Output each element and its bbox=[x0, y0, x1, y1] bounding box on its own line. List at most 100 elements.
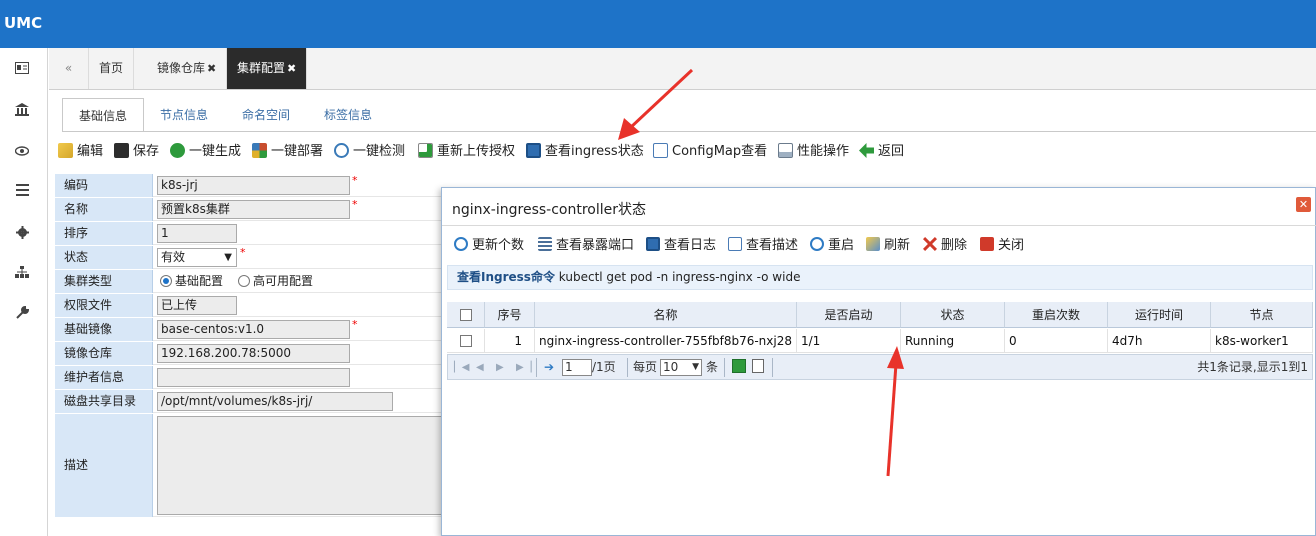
save-label: 保存 bbox=[133, 144, 160, 159]
tab-home[interactable]: 首页 bbox=[89, 48, 135, 89]
view-ports-label: 查看暴露端口 bbox=[556, 238, 635, 253]
subtab-namespace[interactable]: 命名空间 bbox=[226, 98, 306, 132]
monitor-icon bbox=[526, 143, 541, 158]
subtab-tag-info[interactable]: 标签信息 bbox=[308, 98, 388, 132]
status-select[interactable]: 有效 ▼ bbox=[157, 248, 237, 267]
description-textarea[interactable] bbox=[157, 416, 445, 515]
performance-ops-button[interactable]: 性能操作 bbox=[778, 141, 849, 163]
grid-header-started[interactable]: 是否启动 bbox=[797, 302, 901, 328]
view-logs-button[interactable]: 查看日志 bbox=[646, 236, 716, 256]
select-all-checkbox[interactable] bbox=[459, 309, 472, 321]
tab-image-registry[interactable]: 镜像仓库 ✖ bbox=[147, 48, 228, 89]
sitemap-icon[interactable] bbox=[14, 266, 30, 282]
required-mark: * bbox=[240, 246, 246, 259]
id-card-icon[interactable] bbox=[14, 62, 30, 78]
bank-icon[interactable] bbox=[14, 103, 30, 119]
eye-icon[interactable] bbox=[14, 144, 30, 160]
edit-icon bbox=[58, 143, 73, 158]
row-checkbox[interactable] bbox=[459, 335, 472, 347]
subtab-node-info[interactable]: 节点信息 bbox=[144, 98, 224, 132]
export-document-icon[interactable] bbox=[752, 359, 764, 376]
list-icon[interactable] bbox=[14, 184, 30, 200]
cell-name: nginx-ingress-controller-755fbf8b76-nxj2… bbox=[535, 329, 797, 353]
annotation-arrow-icon bbox=[618, 68, 694, 140]
tab-scroll-left-icon[interactable]: « bbox=[49, 48, 89, 89]
grid-header-status[interactable]: 状态 bbox=[901, 302, 1005, 328]
view-ports-button[interactable]: 查看暴露端口 bbox=[538, 236, 634, 256]
field-label: 排序 bbox=[55, 222, 153, 245]
grid-header-name[interactable]: 名称 bbox=[535, 302, 797, 328]
radio-label: 基础配置 bbox=[175, 274, 224, 288]
delete-button[interactable]: 删除 bbox=[923, 236, 967, 256]
form-row-shared-dir: 磁盘共享目录 /opt/mnt/volumes/k8s-jrj/ bbox=[55, 390, 445, 413]
base-image-field[interactable]: base-centos:v1.0 bbox=[157, 320, 350, 339]
close-button[interactable]: 关闭 bbox=[980, 236, 1024, 256]
reupload-license-button[interactable]: 重新上传授权 bbox=[418, 141, 515, 163]
next-page-icon[interactable]: ▶ bbox=[496, 359, 504, 376]
per-page-select[interactable]: 10 ▼ bbox=[660, 359, 702, 376]
one-click-check-button[interactable]: 一键检测 bbox=[334, 141, 405, 163]
restart-button[interactable]: 重启 bbox=[810, 236, 854, 256]
cell-node: k8s-worker1 bbox=[1211, 329, 1313, 353]
name-field[interactable]: 预置k8s集群 bbox=[157, 200, 350, 219]
required-mark: * bbox=[352, 318, 358, 331]
close-icon[interactable]: ✕ bbox=[1296, 197, 1311, 212]
gear-icon[interactable] bbox=[14, 226, 30, 242]
form-row-order: 排序 1 bbox=[55, 222, 445, 245]
edit-button[interactable]: 编辑 bbox=[58, 141, 103, 163]
generate-icon bbox=[170, 143, 185, 158]
first-page-icon[interactable]: ▏◀ bbox=[454, 359, 469, 376]
code-field[interactable]: k8s-jrj bbox=[157, 176, 350, 195]
subtab-basic-info[interactable]: 基础信息 bbox=[62, 98, 145, 132]
grid-header-age[interactable]: 运行时间 bbox=[1108, 302, 1211, 328]
refresh-button[interactable]: 刷新 bbox=[866, 236, 910, 256]
grid-header-index: 序号 bbox=[485, 302, 535, 328]
grid-header-node[interactable]: 节点 bbox=[1211, 302, 1313, 328]
view-describe-button[interactable]: 查看描述 bbox=[728, 236, 798, 256]
form-row-name: 名称 预置k8s集群 * bbox=[55, 198, 445, 221]
cluster-type-radio-ha[interactable]: 高可用配置 bbox=[238, 273, 313, 290]
form-row-description: 描述 bbox=[55, 414, 445, 517]
deploy-label: 一键部署 bbox=[271, 144, 324, 159]
last-page-icon[interactable]: ▶▕ bbox=[516, 359, 531, 376]
goto-page-icon[interactable]: ➔ bbox=[544, 359, 554, 376]
grid-header-restarts[interactable]: 重启次数 bbox=[1005, 302, 1108, 328]
field-label: 状态 bbox=[55, 246, 153, 269]
per-page-value: 10 bbox=[663, 360, 679, 374]
field-label: 基础镜像 bbox=[55, 318, 153, 341]
one-click-generate-button[interactable]: 一键生成 bbox=[170, 141, 241, 163]
tab-close-icon[interactable]: ✖ bbox=[287, 62, 296, 75]
form-row-status: 状态 有效 ▼ * bbox=[55, 246, 445, 269]
log-icon bbox=[646, 237, 660, 251]
export-excel-icon[interactable] bbox=[732, 359, 746, 376]
wrench-icon[interactable] bbox=[14, 305, 30, 322]
form-row-license: 权限文件 已上传 bbox=[55, 294, 445, 317]
total-pages: /1页 bbox=[592, 360, 616, 374]
back-button[interactable]: 返回 bbox=[859, 141, 904, 163]
pager-divider bbox=[724, 358, 725, 377]
cell-restarts: 0 bbox=[1005, 329, 1108, 353]
tab-close-icon[interactable]: ✖ bbox=[207, 62, 216, 75]
refresh-icon bbox=[866, 237, 880, 251]
one-click-deploy-button[interactable]: 一键部署 bbox=[252, 141, 323, 163]
save-button[interactable]: 保存 bbox=[114, 141, 159, 163]
top-bar: UMC bbox=[0, 0, 1316, 48]
tab-label: 镜像仓库 bbox=[157, 61, 206, 75]
update-count-button[interactable]: 更新个数 bbox=[454, 236, 524, 256]
order-field[interactable]: 1 bbox=[157, 224, 237, 243]
cell-index: 1 bbox=[485, 329, 535, 353]
shared-dir-field[interactable]: /opt/mnt/volumes/k8s-jrj/ bbox=[157, 392, 393, 411]
registry-field[interactable]: 192.168.200.78:5000 bbox=[157, 344, 350, 363]
cluster-type-radio-basic[interactable]: 基础配置 bbox=[160, 273, 223, 290]
radio-label: 高可用配置 bbox=[253, 274, 314, 288]
required-mark: * bbox=[352, 198, 358, 211]
tab-cluster-config[interactable]: 集群配置 ✖ bbox=[227, 48, 308, 89]
per-page-unit: 条 bbox=[706, 360, 719, 374]
maintainer-field[interactable] bbox=[157, 368, 350, 387]
field-label: 镜像仓库 bbox=[55, 342, 153, 365]
chevron-down-icon: ▼ bbox=[692, 362, 699, 372]
tab-label: 首页 bbox=[99, 61, 124, 75]
page-input[interactable]: 1 bbox=[562, 359, 592, 376]
tab-label: 集群配置 bbox=[237, 61, 286, 75]
prev-page-icon[interactable]: ◀ bbox=[476, 359, 484, 376]
